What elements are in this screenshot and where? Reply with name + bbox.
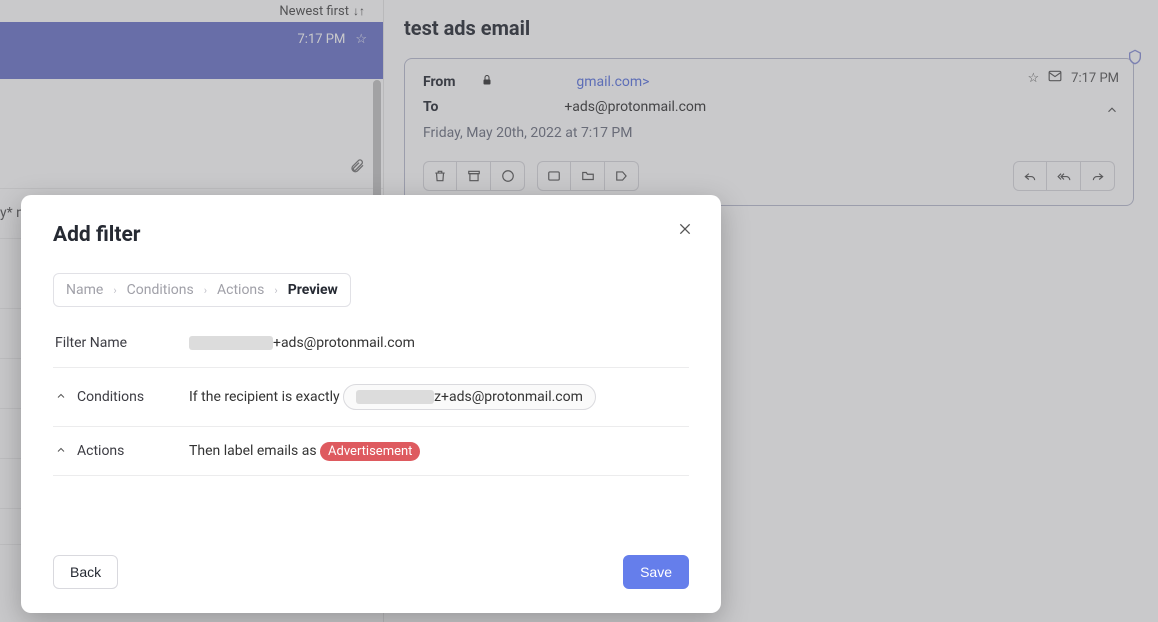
wizard-step-name[interactable]: Name xyxy=(66,282,103,298)
chevron-up-icon[interactable] xyxy=(55,444,67,459)
save-button[interactable]: Save xyxy=(623,555,689,589)
filter-name-section: Filter Name +ads@protonmail.com xyxy=(53,319,689,368)
actions-label: Actions xyxy=(77,443,124,459)
filter-name-label: Filter Name xyxy=(55,335,127,351)
chevron-right-icon: › xyxy=(274,284,277,297)
filter-name-value: +ads@protonmail.com xyxy=(189,335,687,351)
label-badge: Advertisement xyxy=(320,442,420,461)
chevron-right-icon: › xyxy=(204,284,207,297)
redacted-text xyxy=(189,336,273,350)
chevron-right-icon: › xyxy=(113,284,116,297)
wizard-step-conditions[interactable]: Conditions xyxy=(127,282,194,298)
action-value: Then label emails as Advertisement xyxy=(189,443,687,459)
back-button[interactable]: Back xyxy=(53,555,118,589)
close-icon[interactable] xyxy=(673,217,697,241)
wizard-step-preview[interactable]: Preview xyxy=(288,282,338,298)
chevron-up-icon[interactable] xyxy=(55,390,67,405)
wizard-steps: Name › Conditions › Actions › Preview xyxy=(53,273,351,307)
wizard-step-actions[interactable]: Actions xyxy=(217,282,264,298)
condition-pill: z+ads@protonmail.com xyxy=(343,384,596,410)
actions-section: Actions Then label emails as Advertiseme… xyxy=(53,427,689,476)
condition-value: If the recipient is exactly z+ads@proton… xyxy=(189,384,687,410)
dialog-title: Add filter xyxy=(53,223,689,247)
add-filter-dialog: Add filter Name › Conditions › Actions ›… xyxy=(21,195,721,613)
conditions-label: Conditions xyxy=(77,389,144,405)
conditions-section: Conditions If the recipient is exactly z… xyxy=(53,368,689,427)
